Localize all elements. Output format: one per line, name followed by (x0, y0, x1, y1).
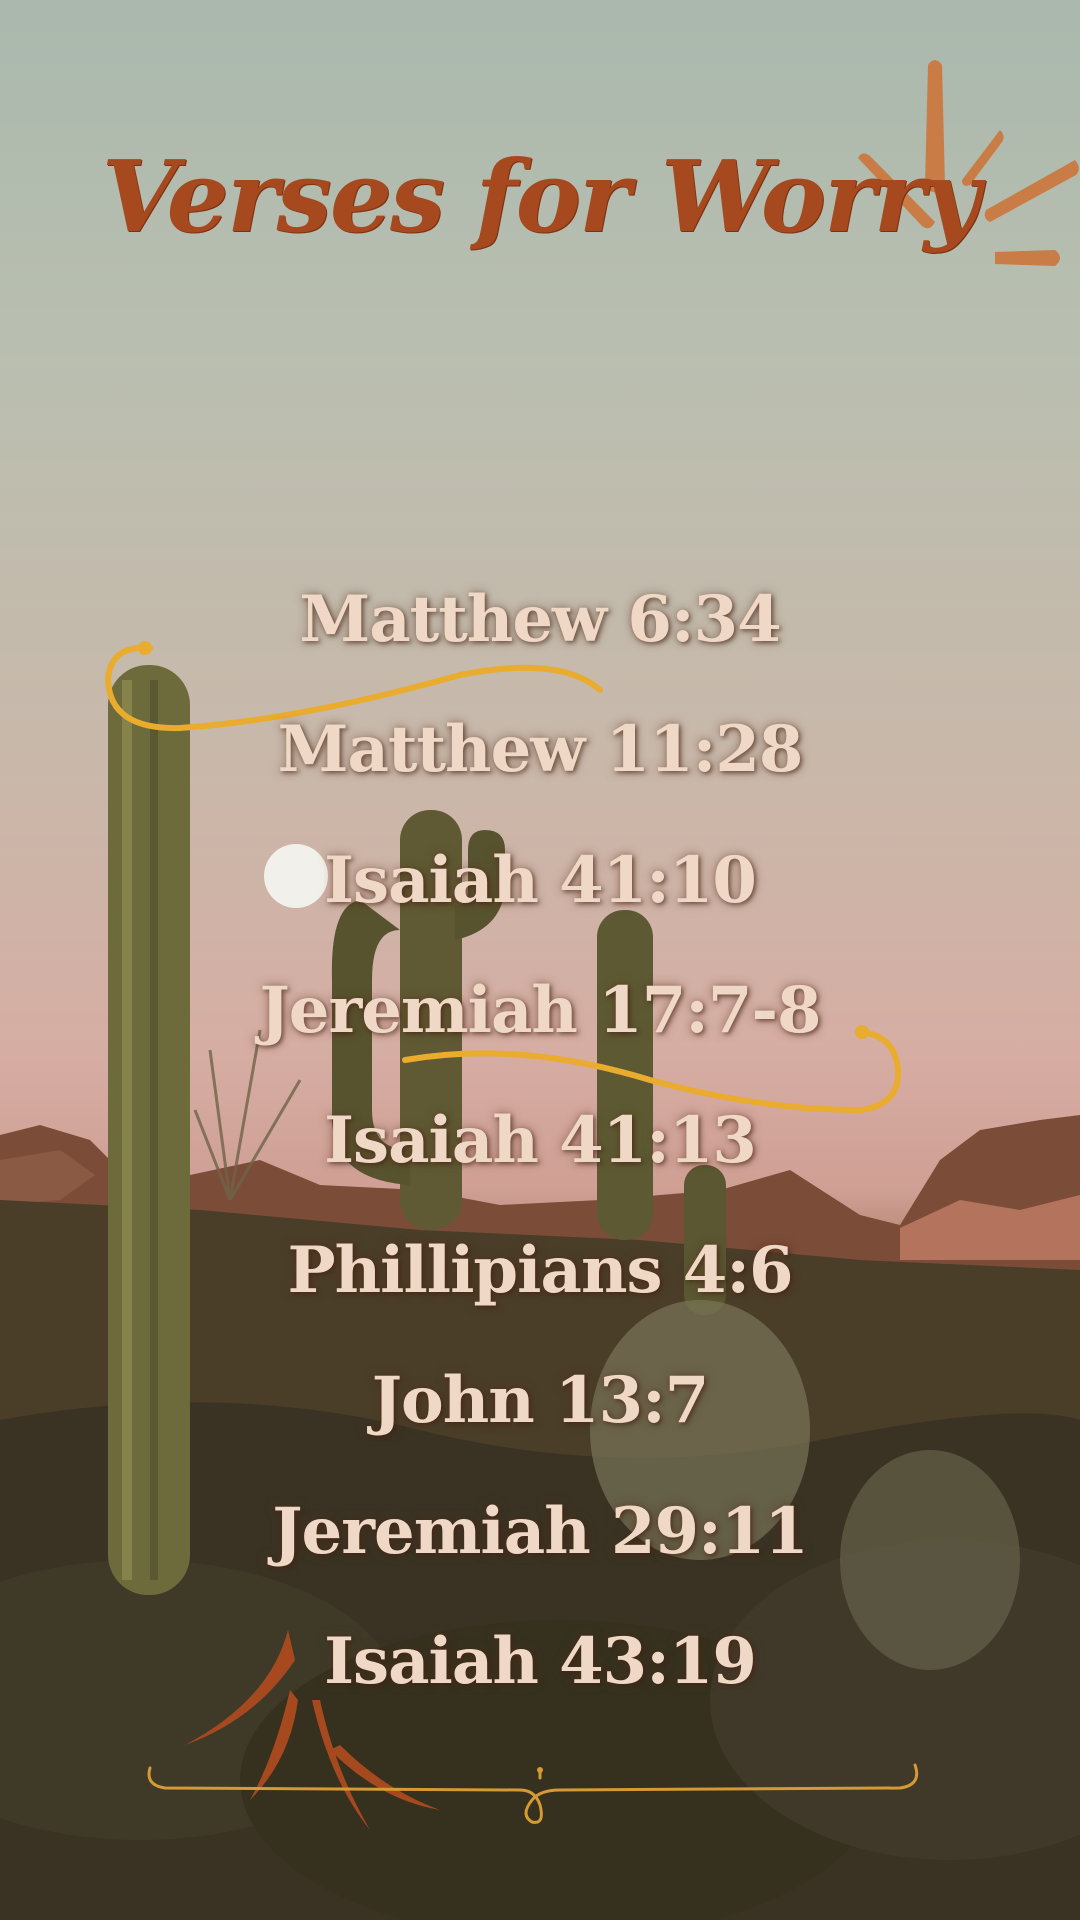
verse-item: Matthew 11:28 (277, 712, 804, 787)
verse-item: Isaiah 41:13 (324, 1103, 757, 1178)
verse-item: John 13:7 (371, 1363, 710, 1438)
verse-item: Isaiah 43:19 (324, 1624, 757, 1699)
verse-item: Isaiah 41:10 (324, 843, 757, 918)
verse-item: Jeremiah 17:7-8 (259, 973, 821, 1048)
verse-item: Matthew 6:34 (299, 582, 781, 657)
wallpaper: Verses for Worry Matthew 6:34 Matthew 11… (0, 0, 1080, 1920)
verse-list: Matthew 6:34 Matthew 11:28 Isaiah 41:10 … (0, 0, 1080, 1920)
verse-item: Jeremiah 29:11 (272, 1494, 809, 1569)
verse-item: Phillipians 4:6 (287, 1233, 794, 1308)
